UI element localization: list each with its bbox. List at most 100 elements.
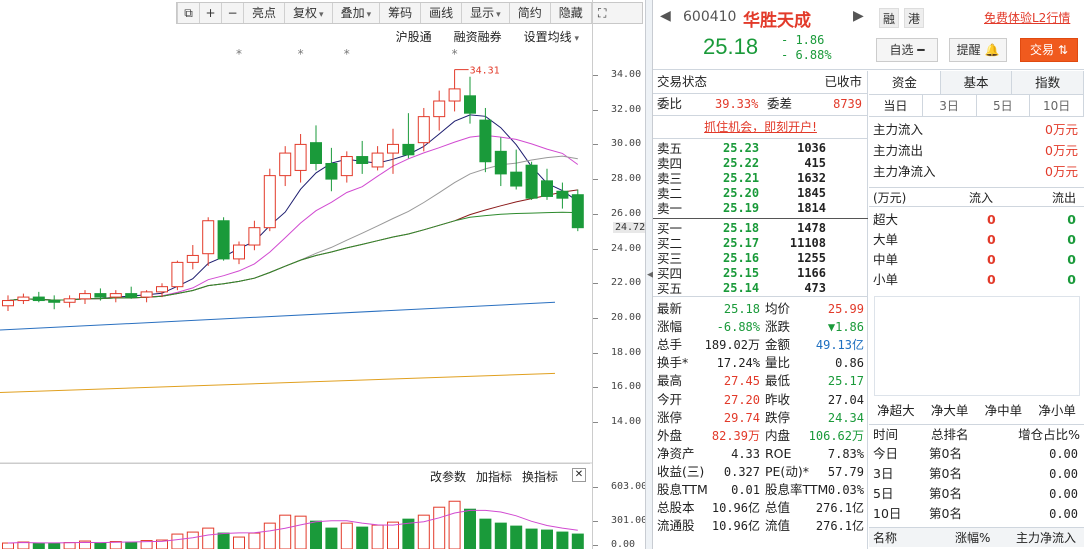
flow-out: 0 bbox=[1067, 272, 1076, 287]
quote-panel: ◀ 600410 华胜天成 ▶ 融 港 免费体验L2行情 25.18 - 1.8… bbox=[653, 0, 1084, 549]
quote-row: 外盘 82.39万 内盘 106.62万 bbox=[653, 427, 868, 445]
quote-label: 最高 bbox=[657, 373, 683, 389]
remind-button[interactable]: 提醒 🔔 bbox=[949, 38, 1007, 62]
kline-chart-area[interactable]: 34.31 * * * * ⧉ + − 亮点 复权 叠加 筹码 画线 显示 简约 隐藏 … bbox=[0, 0, 647, 550]
quote-value: 276.1亿 bbox=[815, 519, 864, 534]
zoom-in-icon[interactable]: + bbox=[199, 3, 221, 23]
y-tick-label: 14.00 bbox=[592, 416, 642, 427]
quote-value: 27.45 bbox=[723, 374, 760, 389]
quote-label: 内盘 bbox=[765, 427, 791, 443]
tab-10d[interactable]: 10日 bbox=[1030, 95, 1084, 116]
flow-label: 小单 bbox=[873, 272, 899, 287]
volume-bar bbox=[541, 529, 553, 549]
toolbar-chips[interactable]: 筹码 bbox=[379, 3, 420, 23]
fund-tabs: 资金 基本 指数 bbox=[869, 71, 1084, 95]
flow-row: 中单 0 0 bbox=[869, 250, 1084, 270]
edit-params-button[interactable]: 改参数 bbox=[430, 468, 466, 485]
fund-label: 主力流入 bbox=[873, 122, 924, 137]
net-large-label: 净大单 bbox=[930, 403, 969, 418]
asks-price: 25.22 bbox=[723, 156, 760, 170]
ma-settings[interactable]: 设置均线 bbox=[524, 28, 579, 45]
flow-out: 0 bbox=[1067, 212, 1076, 227]
toolbar-adjust[interactable]: 复权 bbox=[284, 3, 332, 23]
switch-indicator-button[interactable]: 换指标 bbox=[522, 468, 558, 485]
tab-3d[interactable]: 3日 bbox=[923, 95, 977, 116]
quote-label: 收益(三) bbox=[657, 463, 705, 479]
chart-toolbar: ⧉ + − 亮点 复权 叠加 筹码 画线 显示 简约 隐藏 ⛶ bbox=[176, 2, 643, 24]
rank-ratio: 0.00 bbox=[1049, 447, 1078, 461]
y-tick-label: 28.00 bbox=[592, 173, 642, 185]
y-tick-label: 30.00 bbox=[592, 138, 642, 150]
bids-label: 买一 bbox=[657, 221, 683, 236]
candle-body bbox=[571, 194, 584, 229]
candle-body bbox=[433, 100, 446, 118]
fund-label: 主力流出 bbox=[873, 143, 924, 158]
trade-button[interactable]: 交易 ⇅ bbox=[1020, 38, 1078, 62]
stock-header: ◀ 600410 华胜天成 ▶ 融 港 免费体验L2行情 25.18 - 1.8… bbox=[653, 0, 1084, 70]
quote-row: 今开 27.20 昨收 27.04 bbox=[653, 391, 868, 409]
tab-fund[interactable]: 资金 bbox=[869, 71, 941, 94]
toolbar-highlight[interactable]: 亮点 bbox=[243, 3, 284, 23]
rank-rank: 第0名 bbox=[929, 506, 962, 521]
add-indicator-button[interactable]: 加指标 bbox=[476, 468, 512, 485]
bids-row: 买四 25.15 1166 bbox=[653, 266, 868, 281]
toolbar-hide[interactable]: 隐藏 bbox=[549, 3, 591, 23]
toolbar-simple[interactable]: 简约 bbox=[508, 3, 550, 23]
close-icon[interactable]: ✕ bbox=[572, 468, 586, 482]
y-tick-label: 22.00 bbox=[592, 277, 642, 289]
toolbar-draw[interactable]: 画线 bbox=[420, 3, 461, 23]
net-super-label: 净超大 bbox=[877, 403, 915, 418]
l2-trial-link[interactable]: 免费体验L2行情 bbox=[984, 9, 1070, 26]
asks-label: 卖三 bbox=[657, 171, 683, 186]
volume-bar bbox=[2, 542, 14, 549]
quote-label: 流通股 bbox=[657, 518, 695, 534]
list-header: 名称 涨幅% 主力净流入 bbox=[869, 527, 1084, 547]
candle-body bbox=[32, 296, 45, 302]
quote-row: 股息TTM 0.01 股息率TTM 0.03% bbox=[653, 481, 868, 499]
tab-5d[interactable]: 5日 bbox=[977, 95, 1031, 116]
ma20-line bbox=[7, 155, 578, 302]
tab-basic[interactable]: 基本 bbox=[940, 71, 1013, 94]
tab-today[interactable]: 当日 bbox=[869, 95, 923, 116]
flow-header: (万元) 流入 流出 bbox=[869, 187, 1084, 207]
candle-body bbox=[156, 286, 168, 293]
quote-value: 27.20 bbox=[723, 392, 760, 407]
asks-price: 25.20 bbox=[723, 186, 760, 200]
flow-row: 超大 0 0 bbox=[869, 210, 1084, 230]
prev-stock-icon[interactable]: ◀ bbox=[660, 8, 671, 24]
y-tick-label: 32.00 bbox=[592, 103, 642, 115]
y-tick-label: 26.00 bbox=[592, 207, 642, 219]
bids-row: 买三 25.16 1255 bbox=[653, 251, 868, 266]
toolbar-overlay[interactable]: 叠加 bbox=[331, 3, 380, 23]
candle-body bbox=[371, 152, 384, 168]
bids-volume: 11108 bbox=[789, 236, 826, 250]
toolbar-display[interactable]: 显示 bbox=[461, 3, 509, 23]
zoom-out-icon[interactable]: − bbox=[221, 3, 243, 23]
panel-splitter[interactable]: ◀ bbox=[645, 0, 654, 549]
bids-label: 买二 bbox=[657, 236, 683, 251]
hk-connect-link[interactable]: 沪股通 bbox=[396, 28, 432, 45]
rank-time: 今日 bbox=[873, 446, 899, 461]
rank-time: 5日 bbox=[873, 486, 894, 501]
quote-label: 涨停 bbox=[657, 409, 683, 425]
volume-bar bbox=[48, 542, 61, 549]
candle-body bbox=[479, 119, 492, 163]
flow-in: 0 bbox=[987, 272, 996, 287]
restore-icon[interactable]: ⧉ bbox=[177, 3, 199, 23]
margin-link[interactable]: 融资融券 bbox=[454, 28, 502, 45]
net-small-label: 净小单 bbox=[1038, 403, 1076, 418]
rank-row: 5日 第0名 0.00 bbox=[869, 484, 1084, 504]
open-account-link[interactable]: 抓住机会，即刻开户! bbox=[653, 118, 868, 136]
volume-bar bbox=[479, 518, 492, 549]
bids-price: 25.15 bbox=[723, 266, 760, 280]
max-price-label: 34.31 bbox=[470, 66, 500, 77]
tab-index[interactable]: 指数 bbox=[1012, 71, 1084, 94]
volume-bar bbox=[310, 520, 322, 549]
change-percent: - 6.88% bbox=[781, 48, 832, 62]
list-name-header: 名称 bbox=[873, 531, 898, 545]
candle-body bbox=[525, 164, 538, 199]
asks-label: 卖二 bbox=[657, 186, 683, 201]
candle-body bbox=[263, 175, 276, 229]
next-stock-icon[interactable]: ▶ bbox=[853, 8, 864, 24]
watchlist-button[interactable]: 自选 ━ bbox=[876, 38, 938, 62]
